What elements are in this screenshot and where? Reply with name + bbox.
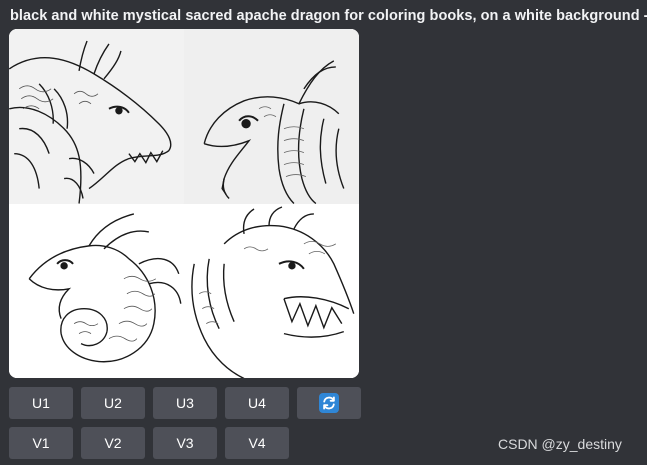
image-tile-3[interactable] bbox=[9, 203, 184, 378]
prompt-text: black and white mystical sacred apache d… bbox=[10, 8, 647, 24]
variation-button-1[interactable]: V1 bbox=[9, 427, 73, 459]
upscale-button-4[interactable]: U4 bbox=[225, 387, 289, 419]
upscale-button-1[interactable]: U1 bbox=[9, 387, 73, 419]
image-tile-2[interactable] bbox=[184, 29, 359, 204]
reroll-button[interactable] bbox=[297, 387, 361, 419]
chat-message: black and white mystical sacred apache d… bbox=[0, 0, 647, 465]
variation-button-2[interactable]: V2 bbox=[81, 427, 145, 459]
variation-button-3[interactable]: V3 bbox=[153, 427, 217, 459]
dragon-image-icon bbox=[184, 29, 359, 204]
dragon-image-icon bbox=[9, 203, 184, 378]
dragon-image-icon bbox=[9, 29, 184, 204]
image-grid[interactable] bbox=[9, 29, 359, 378]
upscale-button-3[interactable]: U3 bbox=[153, 387, 217, 419]
dragon-image-icon bbox=[184, 203, 359, 378]
image-tile-4[interactable] bbox=[184, 203, 359, 378]
variation-button-4[interactable]: V4 bbox=[225, 427, 289, 459]
image-tile-1[interactable] bbox=[9, 29, 184, 204]
refresh-icon bbox=[319, 393, 339, 413]
watermark-text: CSDN @zy_destiny bbox=[498, 436, 622, 452]
upscale-button-2[interactable]: U2 bbox=[81, 387, 145, 419]
